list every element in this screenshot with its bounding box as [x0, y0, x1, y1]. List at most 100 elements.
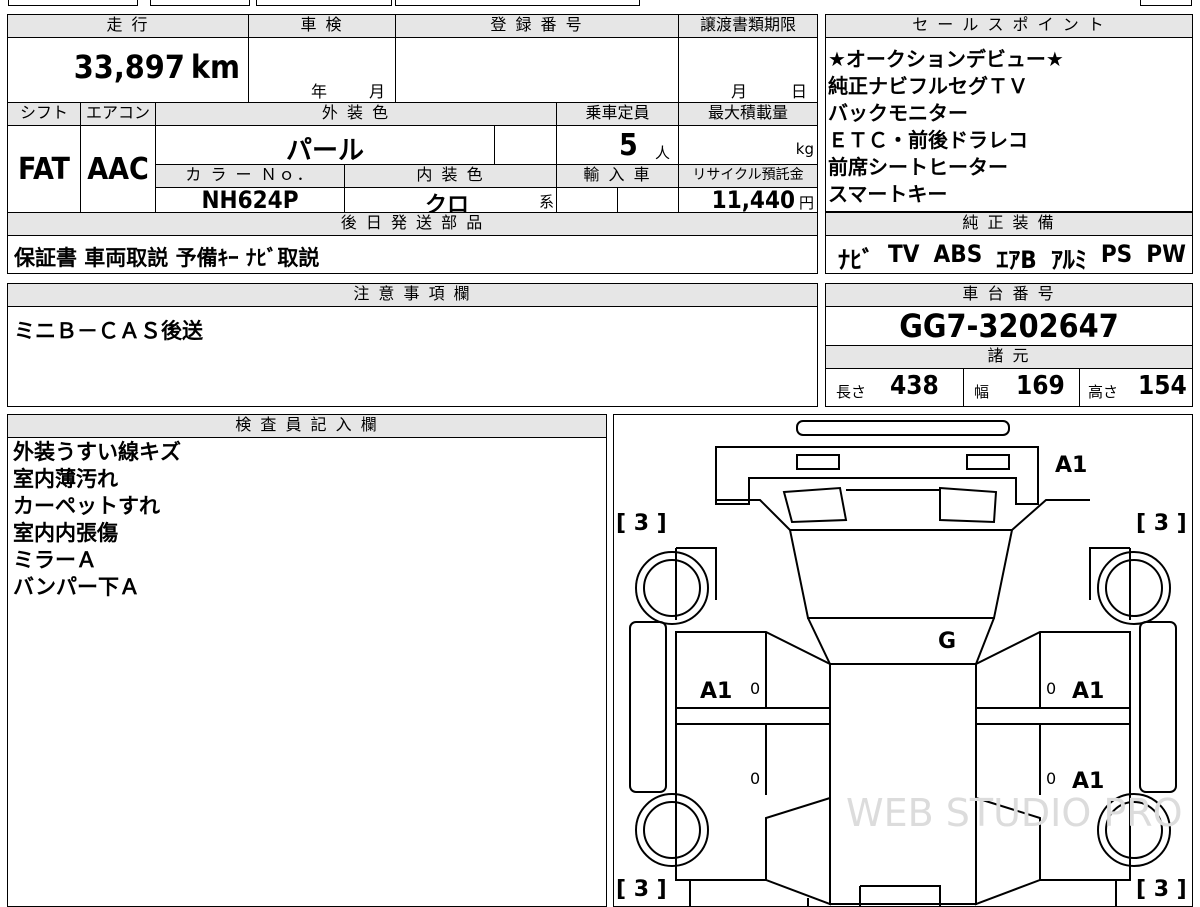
mileage-header: 走 行 — [7, 14, 249, 38]
mark-left-rear-door-sub: 0 — [750, 769, 760, 788]
wheel-rear-left-outer — [635, 793, 709, 867]
interior-color-suffix: 系 — [538, 193, 554, 211]
sales-point-item: 純正ナビフルセグＴＶ — [828, 74, 1028, 98]
right-doors-shape — [975, 631, 1131, 906]
chassis-header: 車 台 番 号 — [825, 283, 1193, 307]
length-cell: 長さ 438 — [825, 368, 964, 407]
recycle-value: 11,440 — [711, 187, 795, 213]
sales-point-item: 前席シートヒーター — [828, 155, 1008, 179]
mileage-value: 33,897 — [73, 48, 185, 86]
watermark: WEB STUDIO PRO — [846, 791, 1183, 835]
inspection-header: 車 検 — [248, 14, 396, 38]
exterior-color-cell: パール — [155, 125, 495, 165]
top-strip — [0, 0, 1200, 8]
sales-point-item: ＥＴＣ・前後ドラレコ — [828, 128, 1028, 152]
sales-point-item: バックモニター — [828, 101, 968, 125]
recycle-header: リサイクル預託金 — [678, 164, 818, 188]
equipment-item: PW — [1146, 240, 1186, 268]
color-no-value: NH624P — [201, 187, 299, 213]
registration-header: 登 録 番 号 — [395, 14, 679, 38]
inspection-month-label: 月 — [369, 82, 386, 101]
transfer-day-label: 日 — [791, 82, 808, 101]
mileage-cell: 33,897 km — [7, 37, 249, 103]
cowl-left-shape — [782, 486, 848, 524]
mark-tire-front-left: [ 3 ] — [616, 511, 667, 536]
mark-tire-rear-right: [ 3 ] — [1136, 877, 1187, 902]
inspection-cell: 年 月 — [248, 37, 396, 103]
headlight-right-shape — [966, 454, 1010, 470]
inspection-year-label: 年 — [311, 82, 328, 101]
aircon-cell: AAC — [80, 125, 156, 213]
windshield-shape — [788, 529, 1014, 619]
sales-point-item: スマートキー — [828, 182, 948, 206]
width-label: 幅 — [974, 383, 990, 401]
equipment-item: ﾅﾋﾞ — [838, 246, 874, 274]
width-cell: 幅 169 — [963, 368, 1080, 407]
import-cell — [556, 187, 618, 213]
recycle-unit: 円 — [798, 194, 814, 212]
interior-color-header: 内 装 色 — [344, 164, 557, 188]
exterior-color-extra-cell — [494, 125, 557, 165]
interior-color-cell: クロ 系 — [344, 187, 557, 213]
sales-points-header: セ ー ル ス ポ イ ン ト — [825, 14, 1193, 38]
mark-left-front-door-sub: 0 — [750, 679, 760, 698]
width-value: 169 — [1016, 371, 1065, 401]
wheel-front-left-inner — [643, 559, 701, 617]
recycle-cell: 11,440 円 — [678, 187, 818, 213]
genuine-equipment-header: 純 正 装 備 — [825, 212, 1193, 236]
max-load-cell: kg — [678, 125, 818, 165]
sales-points-list: ★オークションデビュー★ 純正ナビフルセグＴＶ バックモニター ＥＴＣ・前後ドラレコ前… — [828, 46, 1064, 208]
transfer-month-label: 月 — [731, 82, 748, 101]
mark-tire-front-right: [ 3 ] — [1136, 511, 1187, 536]
car-diagram-svg: WEB STUDIO PRO A1 G A1 A1 A1 [ 3 ] [ 3 ]… — [616, 420, 1187, 906]
import-extra-cell — [617, 187, 679, 213]
aircon-value: AAC — [87, 152, 149, 187]
registration-cell — [395, 37, 679, 103]
notes-cell: ミニＢ－ＣＡＳ後送 — [7, 306, 818, 407]
mark-left-front-door: A1 — [700, 679, 732, 704]
equipment-item: PS — [1100, 240, 1133, 268]
cowl-right-shape — [939, 486, 998, 524]
transfer-deadline-header: 譲渡書類期限 — [678, 14, 818, 38]
height-label: 高さ — [1088, 383, 1119, 401]
mark-right-rear-door-sub: 0 — [1046, 769, 1056, 788]
shift-header: シフト — [7, 102, 81, 126]
genuine-equipment-cell: ﾅﾋﾞ TV ABS ｴｱB ｱﾙﾐ PS PW — [825, 235, 1193, 274]
later-parts-cell: 保証書 車両取説 予備ｷｰ ﾅﾋﾞ取説 — [7, 235, 818, 274]
wheel-front-right-outer — [1097, 551, 1171, 625]
transfer-deadline-cell: 月 日 — [678, 37, 818, 103]
inspector-header: 検 査 員 記 入 欄 — [7, 414, 607, 438]
genuine-equipment-list: ﾅﾋﾞ TV ABS ｴｱB ｱﾙﾐ PS PW — [838, 240, 1186, 274]
left-door-divider — [676, 707, 830, 725]
inspector-note-item: 外装うすい線キズ — [13, 440, 181, 464]
capacity-header: 乗車定員 — [556, 102, 679, 126]
aircon-header: エアコン — [80, 102, 156, 126]
rear-side-lines — [689, 880, 1117, 906]
roof-shape — [829, 663, 977, 905]
capacity-value: 5 — [619, 128, 638, 163]
sales-point-item: ★オークションデビュー★ — [828, 47, 1064, 71]
length-label: 長さ — [836, 383, 867, 401]
height-cell: 高さ 154 — [1079, 368, 1193, 407]
left-side-strip — [629, 621, 667, 793]
import-header: 輸 入 車 — [556, 164, 679, 188]
notes-value: ミニＢ－ＣＡＳ後送 — [14, 319, 203, 343]
headlight-left-shape — [796, 454, 840, 470]
inspector-note-item: ミラーＡ — [13, 548, 97, 572]
later-parts-value: 保証書 車両取説 予備ｷｰ ﾅﾋﾞ取説 — [14, 246, 320, 270]
length-value: 438 — [890, 371, 939, 401]
mark-right-front-door-sub: 0 — [1046, 679, 1056, 698]
inspector-notes-list: 外装うすい線キズ 室内薄汚れ カーペットすれ 室内内張傷 ミラーＡ バンパー下Ａ — [13, 439, 181, 601]
notes-header: 注 意 事 項 欄 — [7, 283, 818, 307]
exterior-color-value: パール — [285, 136, 364, 165]
equipment-item: TV — [888, 240, 920, 268]
exterior-color-header: 外 装 色 — [155, 102, 557, 126]
damage-diagram: WEB STUDIO PRO A1 G A1 A1 A1 [ 3 ] [ 3 ]… — [613, 414, 1193, 907]
left-doors-shape — [675, 631, 831, 906]
mark-right-rear-door: A1 — [1072, 769, 1104, 794]
wheel-front-right-inner — [1105, 559, 1163, 617]
inspector-note-item: 室内薄汚れ — [13, 467, 118, 491]
wheel-front-left-outer — [635, 551, 709, 625]
vehicle-info-table: 走 行 車 検 登 録 番 号 譲渡書類期限 33,897 km 年 月 月 日 … — [7, 14, 818, 274]
dash-shape — [807, 617, 995, 665]
